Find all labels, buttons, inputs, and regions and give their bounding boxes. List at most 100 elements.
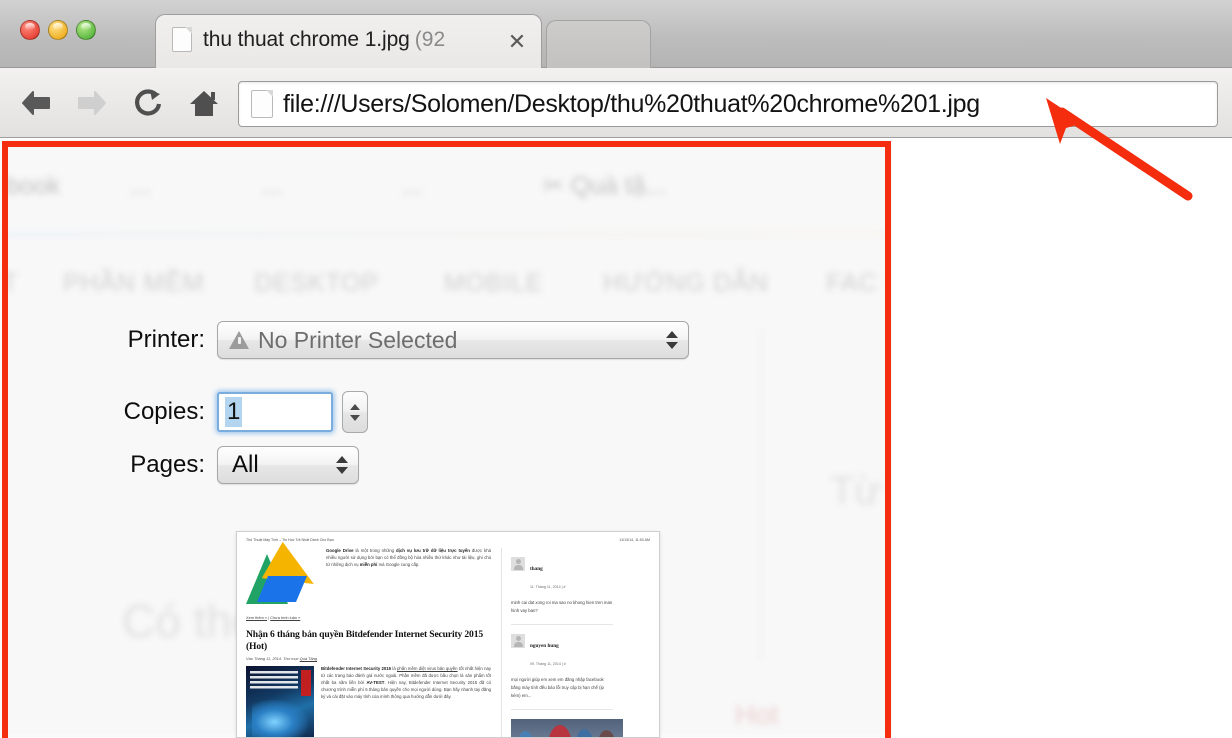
bg-top-item-0: book	[6, 171, 61, 200]
window-zoom-button[interactable]	[76, 20, 96, 40]
preview-site-name: Thủ Thuật Máy Tính – Tin Học Tốt Nhất Dà…	[246, 538, 334, 542]
chevron-up-icon	[666, 331, 678, 338]
comment-header: nguyen hung 09. Tháng 11, 2014 | #	[511, 633, 613, 670]
preview-page-header: Thủ Thuật Máy Tính – Tin Học Tốt Nhất Dà…	[237, 532, 659, 542]
article1-paragraph: Google Drive là một trong những dịch vụ …	[326, 548, 491, 610]
stepper-down-icon[interactable]	[350, 414, 360, 421]
tab-strip: thu thuat chrome 1.jpg (92 ✕	[0, 0, 1232, 68]
bg-top-item-1: ...	[130, 171, 152, 200]
reload-arrow-icon	[132, 87, 164, 119]
pages-chevron-updown-icon[interactable]	[336, 456, 348, 474]
back-button[interactable]	[8, 81, 64, 125]
bg-top-item-2: ...	[261, 171, 282, 200]
article2-title[interactable]: Nhận 6 tháng bản quyền Bitdefender Inter…	[246, 629, 491, 652]
pages-select[interactable]: All	[217, 446, 359, 484]
print-preview-page: Thủ Thuật Máy Tính – Tin Học Tốt Nhất Dà…	[236, 531, 660, 738]
tab-title-suffix: (92	[414, 27, 446, 51]
reload-button[interactable]	[120, 81, 176, 125]
bg-nav-item-3: MOBILE	[443, 268, 544, 297]
comments-link[interactable]: Chưa bình luận »	[270, 615, 300, 620]
comment-author-block: nguyen hung 09. Tháng 11, 2014 | #	[530, 634, 566, 670]
article2-paragraph: Bitdefender Internet Security 2015 là ph…	[321, 666, 491, 737]
tab-title: thu thuat chrome 1.jpg	[203, 27, 410, 51]
copies-stepper[interactable]	[342, 391, 368, 433]
bg-nav-item-4: HƯỚNG DẪN	[603, 268, 769, 297]
home-button[interactable]	[176, 81, 232, 125]
article-google-drive: Google Drive là một trong những dịch vụ …	[246, 541, 491, 610]
browser-tab-active[interactable]: thu thuat chrome 1.jpg (92 ✕	[155, 14, 542, 68]
chevron-updown-icon[interactable]	[666, 331, 678, 349]
photo-person-3	[575, 728, 594, 737]
article1-b2: dịch vụ lưu trữ dữ liệu trực tuyến	[396, 548, 470, 553]
bg-nav-item-2: DESKTOP	[254, 268, 379, 297]
background-divider	[0, 233, 893, 236]
bg-nav-item-0: T	[2, 268, 19, 297]
avatar	[511, 557, 525, 571]
browser-toolbar: file:///Users/Solomen/Desktop/thu%20thua…	[0, 68, 1232, 138]
photo-person-1	[517, 730, 534, 737]
comment-author: thang	[530, 566, 543, 572]
close-icon[interactable]: ✕	[507, 31, 527, 53]
bg-nav-item-1: PHẦN MỀM	[63, 268, 205, 297]
sidebar-photo-image	[511, 718, 623, 737]
preview-main-column: Google Drive là một trong những dịch vụ …	[246, 541, 491, 737]
avatar	[511, 633, 525, 648]
comment-item: thang 11. Tháng 11, 2014 | # minh cai da…	[511, 557, 613, 615]
printer-row: Printer: No Printer Selected	[110, 321, 689, 359]
comment-header: thang 11. Tháng 11, 2014 | #	[511, 557, 613, 593]
comment-divider	[511, 623, 613, 625]
article1-b1: Google Drive	[326, 548, 354, 553]
address-bar[interactable]: file:///Users/Solomen/Desktop/thu%20thua…	[238, 81, 1218, 127]
background-top-menu: book ... ... ... ✂ Quà tặ...	[0, 157, 893, 215]
window-close-button[interactable]	[20, 20, 40, 40]
article2-meta: Vào Tháng 11, 2014. Thư mục Quà Tặng	[246, 656, 491, 661]
preview-comments-column: thang 11. Tháng 11, 2014 | # minh cai da…	[501, 548, 623, 737]
chevron-down-icon	[666, 342, 678, 349]
viewport-white-area	[893, 139, 1232, 738]
photo-person-2	[547, 724, 573, 737]
page-info-file-icon[interactable]	[251, 90, 273, 118]
article1-t3: mà Google cung cấp.	[377, 561, 420, 567]
comment-divider	[511, 708, 613, 710]
bg-top-item-4: ✂ Quà tặ...	[542, 172, 667, 200]
bitdefender-glow	[252, 700, 308, 737]
read-more-link[interactable]: Xem thêm »	[246, 615, 267, 620]
pages-label: Pages:	[130, 451, 205, 478]
back-arrow-icon	[19, 88, 53, 118]
article2-category-link[interactable]: Quà Tặng	[300, 656, 317, 661]
article2-meta-text: Vào Tháng 11, 2014. Thư mục	[246, 656, 300, 662]
window-traffic-lights	[20, 20, 96, 40]
bg-heading-hot: Hot	[735, 699, 779, 730]
bg-heading-tu: Từ	[830, 469, 882, 513]
article2-b1: Bitdefender Internet Security 2015	[321, 666, 392, 672]
article1-t1: là một trong những	[353, 548, 397, 553]
article2-b2: AV-TEST	[366, 680, 385, 686]
comment-item: nguyen hung 09. Tháng 11, 2014 | # mọi n…	[511, 633, 613, 700]
forward-button[interactable]	[64, 81, 120, 125]
comment-author-block: thang 11. Tháng 11, 2014 | #	[530, 557, 566, 593]
background-nav-menu: T PHẦN MỀM DESKTOP MOBILE HƯỚNG DẪN FAC	[0, 257, 893, 309]
comment-text: mọi người giúp em xem em đăng nhập faceb…	[511, 676, 604, 698]
home-house-icon	[188, 88, 220, 118]
comment-text: minh cai dat xong roi ma sao no khong hi…	[511, 600, 613, 613]
chrome-browser-window: thu thuat chrome 1.jpg (92 ✕ file:///Use…	[0, 0, 1232, 738]
photo-person-4	[597, 729, 616, 737]
copies-input-value: 1	[225, 397, 243, 427]
preview-page-body: Google Drive là một trong những dịch vụ …	[237, 541, 659, 737]
article1-links: Xem thêm » | Chưa bình luận »	[246, 615, 491, 620]
comment-date: 11. Tháng 11, 2014 | #	[530, 585, 566, 589]
printer-label: Printer:	[127, 326, 205, 353]
window-minimize-button[interactable]	[48, 20, 68, 40]
copies-input[interactable]: 1	[217, 392, 333, 432]
preview-print-timestamp: 11/13/14, 11:53 AM	[619, 538, 650, 542]
comment-date: 09. Tháng 11, 2014 | #	[530, 661, 566, 666]
file-icon	[172, 27, 192, 52]
comment-author: nguyen hung	[530, 642, 559, 649]
browser-tab-inactive[interactable]	[546, 20, 651, 68]
printer-select[interactable]: No Printer Selected	[217, 321, 689, 359]
stepper-up-icon[interactable]	[350, 403, 360, 410]
article1-b3: miễn phí	[359, 561, 378, 567]
article2-inline-link[interactable]: phần mềm diệt virus bản quyền	[397, 666, 458, 671]
chevron-up-icon	[336, 456, 348, 463]
chevron-down-icon	[336, 467, 348, 474]
